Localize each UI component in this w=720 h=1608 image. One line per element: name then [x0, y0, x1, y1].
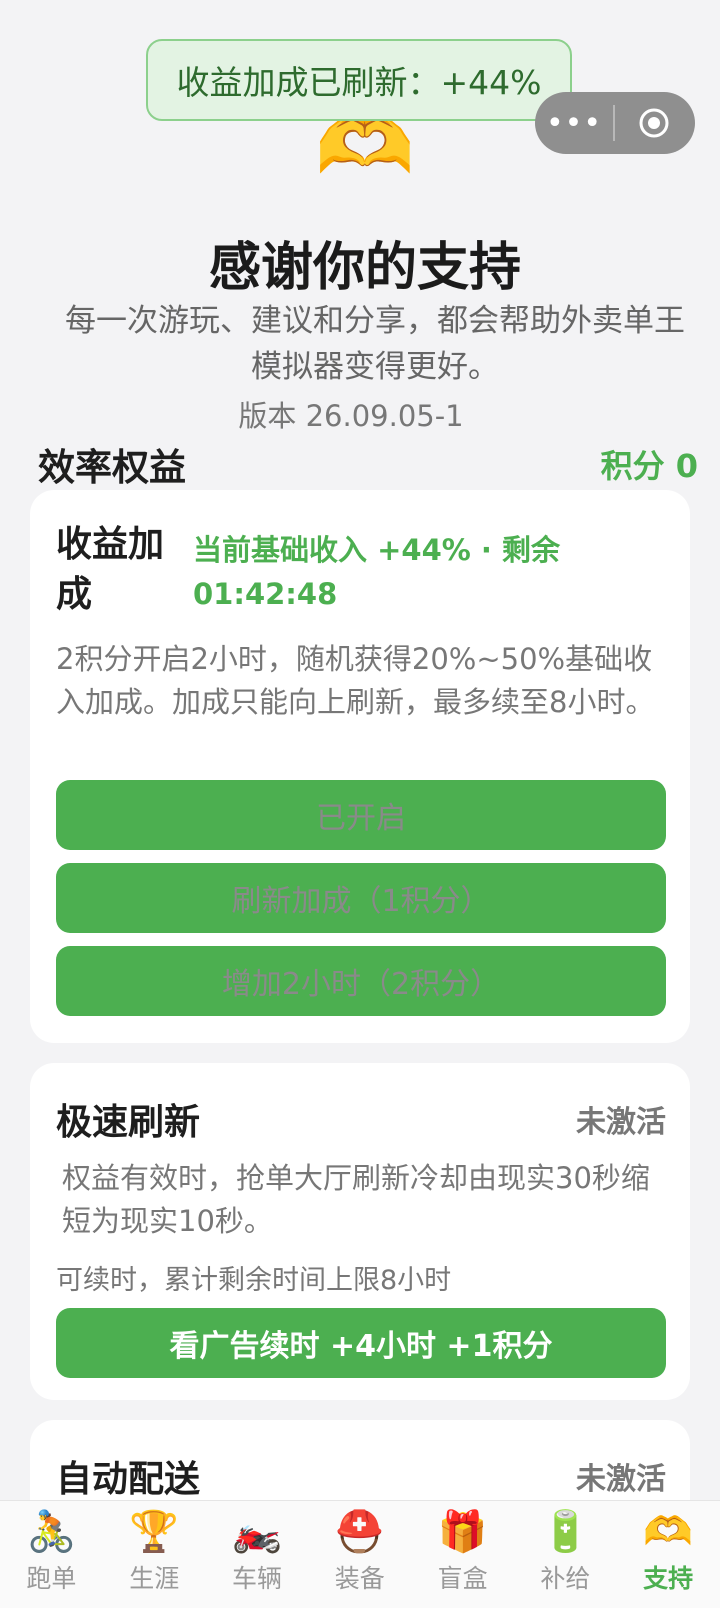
refresh-boost-button[interactable]: 刷新加成（1积分） — [56, 863, 666, 933]
trophy-icon: 🏆 — [129, 1509, 180, 1555]
tab-label: 车辆 — [231, 1564, 282, 1593]
helmet-icon: ⛑️ — [334, 1509, 385, 1555]
fast-refresh-title: 极速刷新 — [56, 1102, 201, 1143]
watch-ad-extend-button[interactable]: 看广告续时 +4小时 +1积分 — [56, 1308, 666, 1378]
version-label: 版本 26.09.05-1 — [238, 399, 464, 433]
tab-label: 支持 — [643, 1564, 694, 1593]
income-boost-status: 当前基础收入 +44% · 剩余 01:42:48 — [193, 533, 561, 611]
auto-delivery-header: 自动配送 未激活 — [56, 1450, 666, 1502]
tab-label: 跑单 — [26, 1564, 77, 1593]
tab-run-orders[interactable]: 🚴 跑单 — [0, 1501, 103, 1608]
gift-icon: 🎁 — [437, 1509, 488, 1555]
mini-program-capsule: ••• — [535, 92, 695, 154]
tab-blind-box[interactable]: 🎁 盲盒 — [411, 1501, 514, 1608]
tab-label: 生涯 — [129, 1564, 180, 1593]
fast-refresh-card: 极速刷新 未激活 权益有效时，抢单大厅刷新冷却由现实30秒缩短为现实10秒。 可… — [30, 1063, 690, 1400]
tab-equipment[interactable]: ⛑️ 装备 — [308, 1501, 411, 1608]
section-title: 效率权益 — [38, 446, 186, 489]
fast-refresh-note: 可续时，累计剩余时间上限8小时 — [56, 1265, 452, 1296]
tab-label: 装备 — [334, 1564, 385, 1593]
tab-support[interactable]: 🫶 支持 — [617, 1501, 720, 1608]
tab-supply[interactable]: 🔋 补给 — [514, 1501, 617, 1608]
section-header: 效率权益 积分 0 — [38, 437, 698, 491]
tab-career[interactable]: 🏆 生涯 — [103, 1501, 206, 1608]
fast-refresh-header: 极速刷新 未激活 — [56, 1093, 666, 1145]
heart-hands-icon: 🫶 — [643, 1509, 694, 1555]
fast-refresh-state: 未激活 — [576, 1105, 666, 1140]
tab-label: 补给 — [540, 1564, 591, 1593]
page-subtitle: 每一次游玩、建议和分享，都会帮助外卖单王模拟器变得更好。 — [65, 303, 685, 385]
bottom-tab-bar: 🚴 跑单 🏆 生涯 🏍️ 车辆 ⛑️ 装备 🎁 盲盒 🔋 补给 🫶 支持 — [0, 1500, 720, 1608]
income-boost-description: 2积分开启2小时，随机获得20%~50%基础收入加成。加成只能向上刷新，最多续至… — [56, 642, 655, 719]
motorcycle-icon: 🏍️ — [232, 1509, 282, 1555]
enabled-button[interactable]: 已开启 — [56, 780, 666, 850]
extend-time-button[interactable]: 增加2小时（2积分） — [56, 946, 666, 1016]
auto-delivery-state: 未激活 — [576, 1462, 666, 1497]
refresh-toast: 收益加成已刷新：+44% — [146, 39, 572, 121]
points-balance: 积分 0 — [600, 447, 698, 485]
income-boost-card: 收益加成 当前基础收入 +44% · 剩余 01:42:48 2积分开启2小时，… — [30, 490, 690, 1043]
page-title: 感谢你的支持 — [208, 238, 521, 298]
cyclist-icon: 🚴 — [26, 1509, 77, 1555]
target-circle-icon[interactable] — [615, 106, 693, 140]
fast-refresh-description: 权益有效时，抢单大厅刷新冷却由现实30秒缩短为现实10秒。 — [62, 1161, 650, 1238]
more-dots-icon[interactable]: ••• — [535, 106, 613, 141]
income-boost-title: 收益加成 — [56, 524, 165, 615]
tab-label: 盲盒 — [437, 1564, 488, 1593]
tab-vehicles[interactable]: 🏍️ 车辆 — [206, 1501, 309, 1608]
battery-icon: 🔋 — [540, 1509, 591, 1555]
auto-delivery-title: 自动配送 — [56, 1459, 201, 1500]
